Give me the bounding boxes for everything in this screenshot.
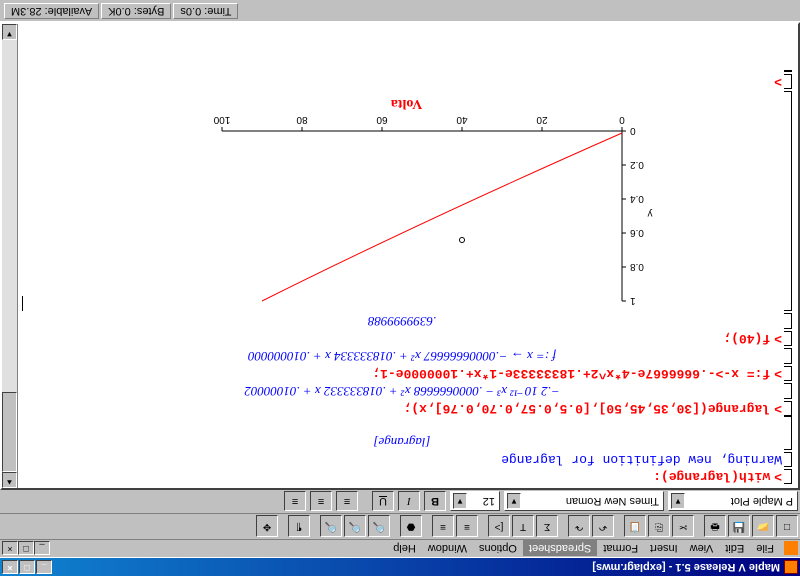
doc-maximize-button[interactable]: □ [18,542,34,556]
menu-insert[interactable]: Insert [644,541,684,557]
chevron-down-icon: ▼ [507,494,521,510]
menubar: File Edit View Insert Format Spreadsheet… [0,540,800,558]
undo-button[interactable]: ↶ [592,516,614,538]
warning-text: Warning, new definition for lagrange [501,452,782,467]
scroll-down-button[interactable]: ▼ [2,24,17,40]
status-available: Available: 28.3M [4,4,99,20]
svg-text:100: 100 [213,114,230,125]
output-line: .6399999988 [22,313,782,329]
style-combo[interactable]: P Maple Plot ▼ [668,492,798,512]
save-button[interactable]: 💾 [728,516,750,538]
vertical-scrollbar[interactable]: ▲ ▼ [2,24,18,488]
align-left-button[interactable]: ≡ [336,492,358,512]
paste-button[interactable]: 📋 [624,516,646,538]
minimize-button[interactable]: _ [36,560,52,574]
svg-text:0: 0 [630,125,636,136]
prompt: > [770,366,782,381]
output-line: f := x → −.00006666667 x² + .018333334 x… [22,348,782,364]
prompt-button[interactable]: [> [488,516,510,538]
close-button[interactable]: × [2,560,18,574]
svg-text:1: 1 [630,295,636,306]
worksheet[interactable]: >with(lagrange): Warning, new definition… [0,22,800,490]
stop-button[interactable]: ⬣ [400,516,422,538]
svg-text:80: 80 [296,114,308,125]
align-center-button[interactable]: ≡ [310,492,332,512]
app-icon [784,560,798,574]
align-right-button[interactable]: ≡ [284,492,306,512]
plot-area[interactable]: 0 0.2 0.4 0.6 0.8 1 y 0 20 40 [202,111,662,311]
input-line[interactable]: f:= x->-.6666667e-4*x^2+.18333333e-1*x+.… [372,366,770,381]
svg-text:0.6: 0.6 [630,227,644,238]
status-bytes: Bytes: 0.0K [101,4,171,20]
format-bar: P Maple Plot ▼ Times New Roman ▼ 12 ▼ B … [0,490,800,514]
window-title: Maple V Release 5.1 - [explagr.mws] [52,561,780,573]
zoom3-button[interactable]: 🔍 [320,516,342,538]
sigma-button[interactable]: Σ [536,516,558,538]
input-line[interactable]: lagrange([30,35,45,50],[0.5,0.57,0.70,0.… [404,401,771,416]
font-combo[interactable]: Times New Roman ▼ [504,492,664,512]
print-button[interactable]: 🖶 [704,516,726,538]
menu-format[interactable]: Format [597,541,644,557]
svg-text:40: 40 [456,114,468,125]
scroll-thumb[interactable] [2,392,17,472]
indent-in-button[interactable]: ≡ [432,516,454,538]
menu-options[interactable]: Options [473,541,523,557]
menu-window[interactable]: Window [422,541,473,557]
cut-button[interactable]: ✂ [672,516,694,538]
bold-button[interactable]: B [424,492,446,512]
text-cursor [22,296,23,311]
text-button[interactable]: T [512,516,534,538]
svg-text:0.2: 0.2 [630,159,644,170]
doc-close-button[interactable]: × [2,542,18,556]
titlebar: Maple V Release 5.1 - [explagr.mws] _ □ … [0,558,800,576]
size-label: 12 [467,496,497,508]
scroll-up-button[interactable]: ▲ [2,472,17,488]
prompt: > [770,74,782,89]
chevron-down-icon: ▼ [453,494,467,510]
maximize-button[interactable]: □ [19,560,35,574]
size-combo[interactable]: 12 ▼ [450,492,500,512]
menu-spreadsheet[interactable]: Spreadsheet [523,541,597,557]
font-label: Times New Roman [521,496,661,508]
resize-button[interactable]: ✥ [256,516,278,538]
menu-file[interactable]: File [750,541,780,557]
new-button[interactable]: □ [776,516,798,538]
prompt: > [770,331,782,346]
svg-text:0.4: 0.4 [630,193,644,204]
redo-button[interactable]: ↷ [568,516,590,538]
menu-edit[interactable]: Edit [719,541,750,557]
zoom1-button[interactable]: 🔍 [368,516,390,538]
style-label: P Maple Plot [685,496,795,508]
input-line[interactable]: f(40); [723,331,770,346]
doc-minimize-button[interactable]: _ [34,542,50,556]
svg-text:0.8: 0.8 [630,261,644,272]
doc-icon [784,542,798,556]
underline-button[interactable]: U [372,492,394,512]
toolbar: □ 📂 💾 🖶 ✂ ⎘ 📋 ↶ ↷ Σ T [> ≡ ≡ ⬣ 🔍 🔍 🔍 ¶ ✥ [0,514,800,540]
menu-help[interactable]: Help [387,541,422,557]
plot-title: Volta [31,95,782,111]
svg-text:y: y [648,208,653,219]
nonprint-button[interactable]: ¶ [288,516,310,538]
status-time: Time: 0.0s [173,4,238,20]
prompt: > [770,469,782,484]
copy-button[interactable]: ⎘ [648,516,670,538]
indent-out-button[interactable]: ≡ [456,516,478,538]
italic-button[interactable]: I [398,492,420,512]
zoom2-button[interactable]: 🔍 [344,516,366,538]
output-line: [lagrange] [22,434,782,450]
prompt: > [770,401,782,416]
open-button[interactable]: 📂 [752,516,774,538]
output-line: −.2 10⁻¹² x³ − .0000666668 x² + .0183333… [22,383,782,399]
svg-text:x: x [420,111,425,113]
statusbar: Time: 0.0s Bytes: 0.0K Available: 28.3M [0,2,800,22]
menu-view[interactable]: View [684,541,720,557]
svg-text:20: 20 [536,114,548,125]
svg-text:0: 0 [619,114,625,125]
chevron-down-icon: ▼ [671,494,685,510]
input-line[interactable]: with(lagrange): [653,469,770,484]
svg-text:60: 60 [376,114,388,125]
